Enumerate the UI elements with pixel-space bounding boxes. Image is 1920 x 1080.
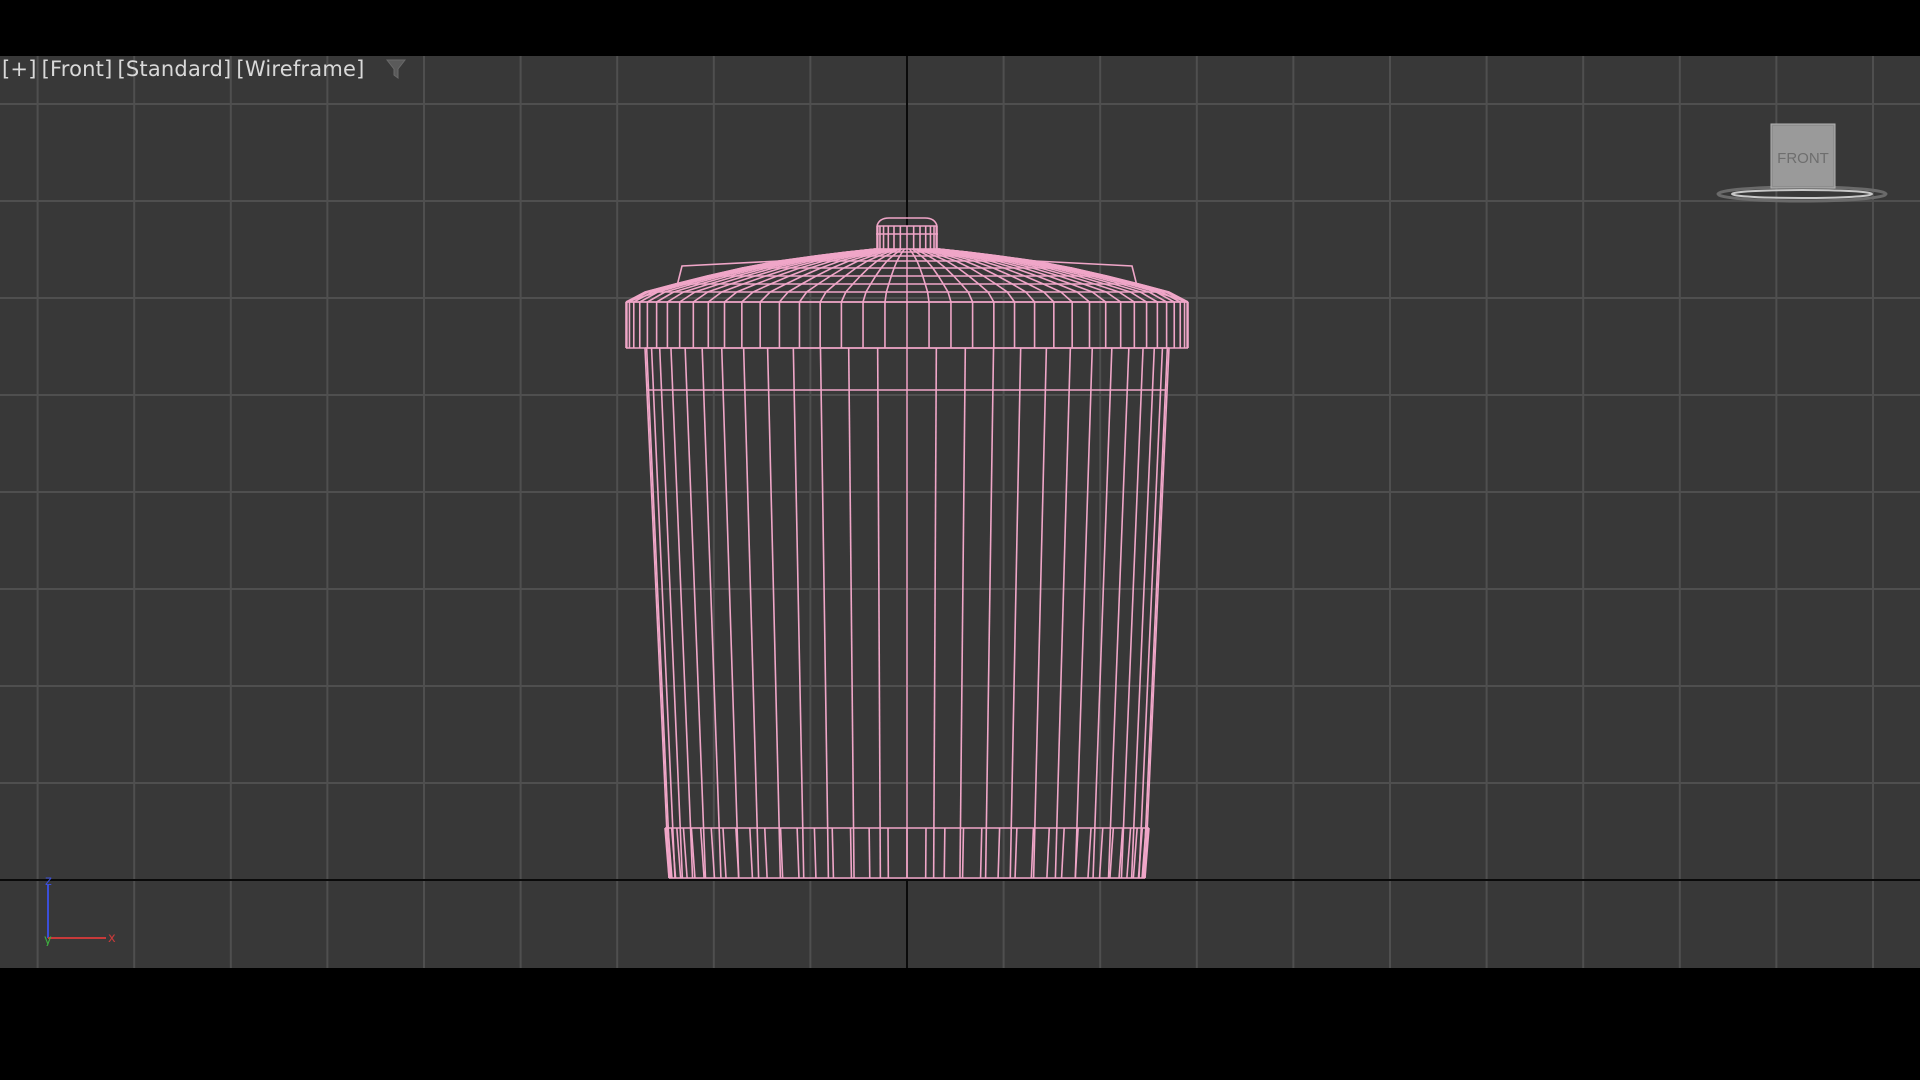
can-body-edge <box>1120 347 1144 879</box>
can-base-edge <box>1060 827 1065 879</box>
can-body-edge <box>876 347 882 879</box>
can-base-edge <box>831 827 835 879</box>
can-body-edge <box>1144 347 1170 879</box>
can-body-edge <box>684 347 707 879</box>
can-base-edge <box>1087 827 1092 879</box>
viewport-label-menu: [+] [Front] [Standard] [Wireframe] <box>0 56 406 82</box>
can-base-edge <box>1126 827 1132 879</box>
can-body-edge <box>1107 347 1130 879</box>
can-base-edge <box>763 827 768 879</box>
viewport-shading-menu[interactable]: [Standard] <box>116 57 235 81</box>
axis-y-label: y <box>44 933 52 946</box>
can-base-edge <box>943 827 946 879</box>
can-base-edge <box>849 827 853 879</box>
can-base-edge <box>1046 827 1051 879</box>
can-body-edge <box>1009 347 1022 879</box>
viewport-display-menu[interactable]: [Wireframe] <box>234 57 367 81</box>
can-body-edge <box>701 347 722 879</box>
front-viewport[interactable]: [+] [Front] [Standard] [Wireframe] FRONT… <box>0 56 1920 968</box>
can-base-edge <box>979 827 983 879</box>
letterbox-top <box>0 0 1920 56</box>
can-body-edge <box>819 347 830 879</box>
can-base-edge <box>961 827 965 879</box>
can-base-edge <box>997 827 1001 879</box>
can-body-edge <box>792 347 805 879</box>
can-body-edge <box>742 347 760 879</box>
can-body-edge <box>720 347 740 879</box>
can-body-edge <box>1092 347 1113 879</box>
can-body-edge <box>984 347 995 879</box>
can-base-edge <box>722 827 727 879</box>
can-body-edge <box>1074 347 1094 879</box>
can-base-edge <box>868 827 871 879</box>
can-body-edge <box>932 347 938 879</box>
can-body-edge <box>1142 347 1169 879</box>
can-body-edge <box>847 347 855 879</box>
can-body-edge <box>645 347 672 879</box>
can-base-edge <box>749 827 754 879</box>
can-body-edge <box>766 347 782 879</box>
3d-viewport-screen: [+] [Front] [Standard] [Wireframe] FRONT… <box>0 0 1920 1080</box>
can-body-edge <box>1032 347 1048 879</box>
can-body-edge <box>1054 347 1072 879</box>
viewcube-face-label: FRONT <box>1777 150 1829 167</box>
viewcube[interactable]: FRONT <box>1712 122 1892 212</box>
can-base-edge <box>682 827 688 879</box>
can-body-edge <box>959 347 967 879</box>
axis-z-label: z <box>45 876 52 889</box>
viewport-general-menu[interactable]: [+] <box>0 57 40 81</box>
viewport-view-menu[interactable]: [Front] <box>40 57 116 81</box>
axis-x-label: x <box>108 931 116 946</box>
trash-can-wireframe[interactable] <box>625 217 1189 879</box>
can-base-edge <box>796 827 800 879</box>
viewport-scene[interactable] <box>0 56 1920 968</box>
can-body-edge <box>644 347 670 879</box>
funnel-icon[interactable] <box>385 58 406 80</box>
can-body-edge <box>670 347 694 879</box>
can-base-edge <box>1014 827 1018 879</box>
letterbox-bottom <box>0 968 1920 1080</box>
can-base-edge <box>813 827 817 879</box>
viewcube-compass-ring-highlight <box>1731 189 1873 199</box>
axis-tripod: z x y <box>44 876 116 946</box>
